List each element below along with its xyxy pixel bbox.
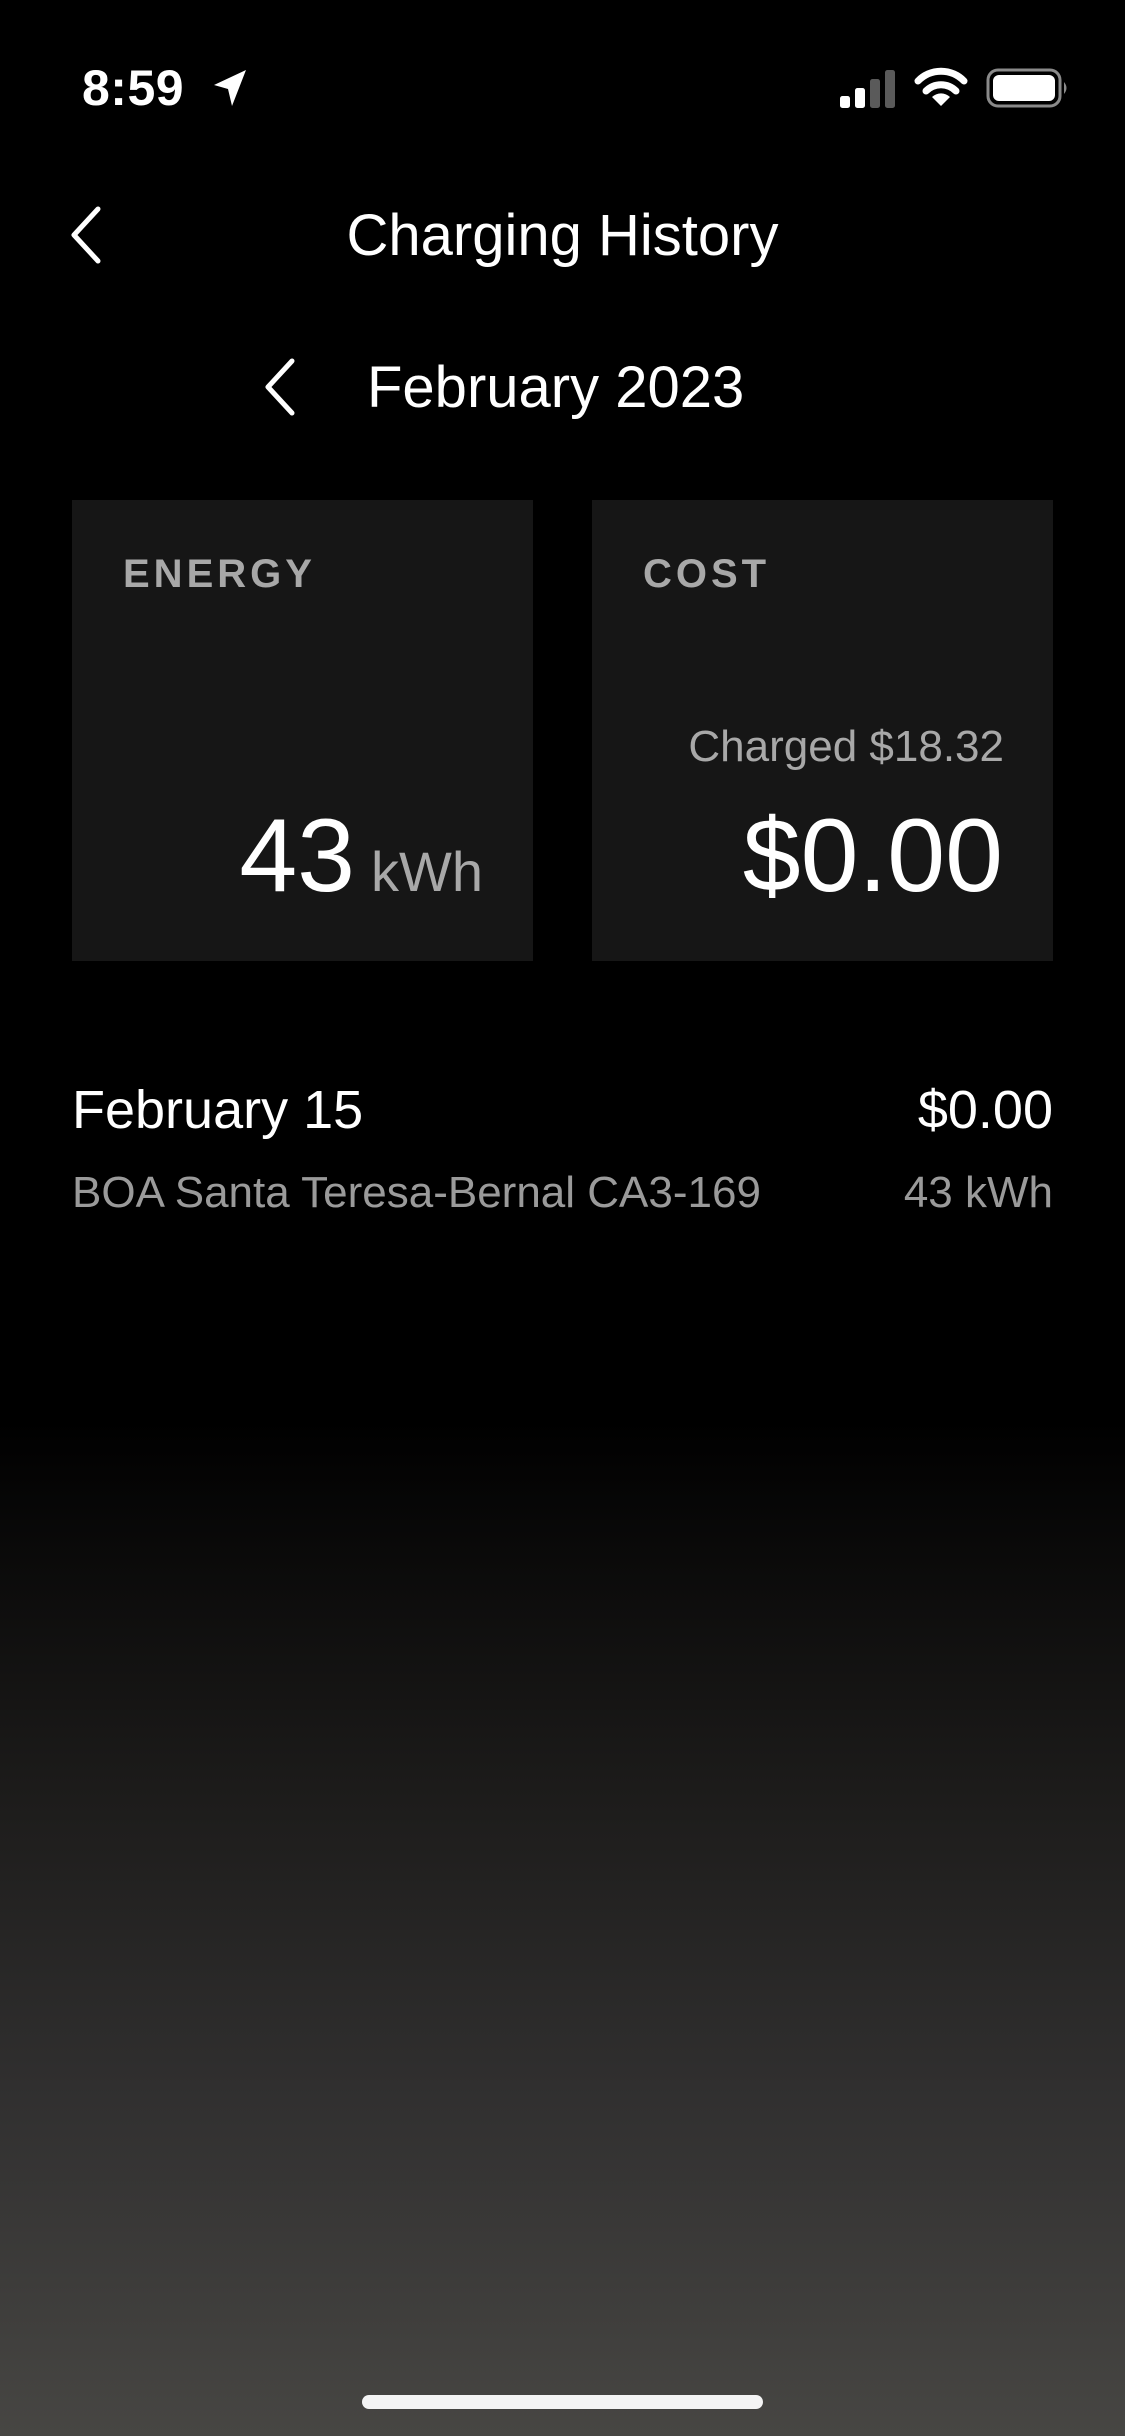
page-title: Charging History [346, 203, 779, 268]
month-label: February 2023 [367, 355, 745, 420]
cost-card: COST Charged $18.32 $0.00 [592, 500, 1053, 961]
home-indicator[interactable] [362, 2395, 763, 2409]
energy-value: 43 kWh [239, 801, 483, 911]
energy-card: ENERGY 43 kWh [72, 500, 533, 961]
previous-month-button[interactable] [250, 350, 310, 424]
energy-label: ENERGY [123, 552, 316, 596]
back-button[interactable] [56, 200, 116, 270]
chevron-left-icon [71, 206, 101, 264]
energy-amount: 43 [239, 798, 355, 914]
charging-session-row[interactable]: February 15 $0.00 BOA Santa Teresa-Berna… [72, 1075, 1053, 1225]
cost-charged: Charged $18.32 [688, 722, 1004, 771]
session-energy: 43 kWh [903, 1168, 1053, 1217]
location-arrow-icon [210, 66, 250, 110]
chevron-left-icon [265, 358, 295, 416]
cellular-signal-icon [840, 70, 898, 108]
energy-unit: kWh [371, 840, 483, 903]
cost-amount: $0.00 [742, 798, 1003, 914]
cost-label: COST [643, 552, 771, 596]
status-time: 8:59 [82, 60, 185, 116]
wifi-icon [913, 64, 969, 108]
session-cost: $0.00 [917, 1080, 1053, 1140]
session-date: February 15 [72, 1080, 364, 1140]
session-location: BOA Santa Teresa-Bernal CA3-169 [72, 1168, 761, 1217]
battery-icon [986, 66, 1070, 110]
